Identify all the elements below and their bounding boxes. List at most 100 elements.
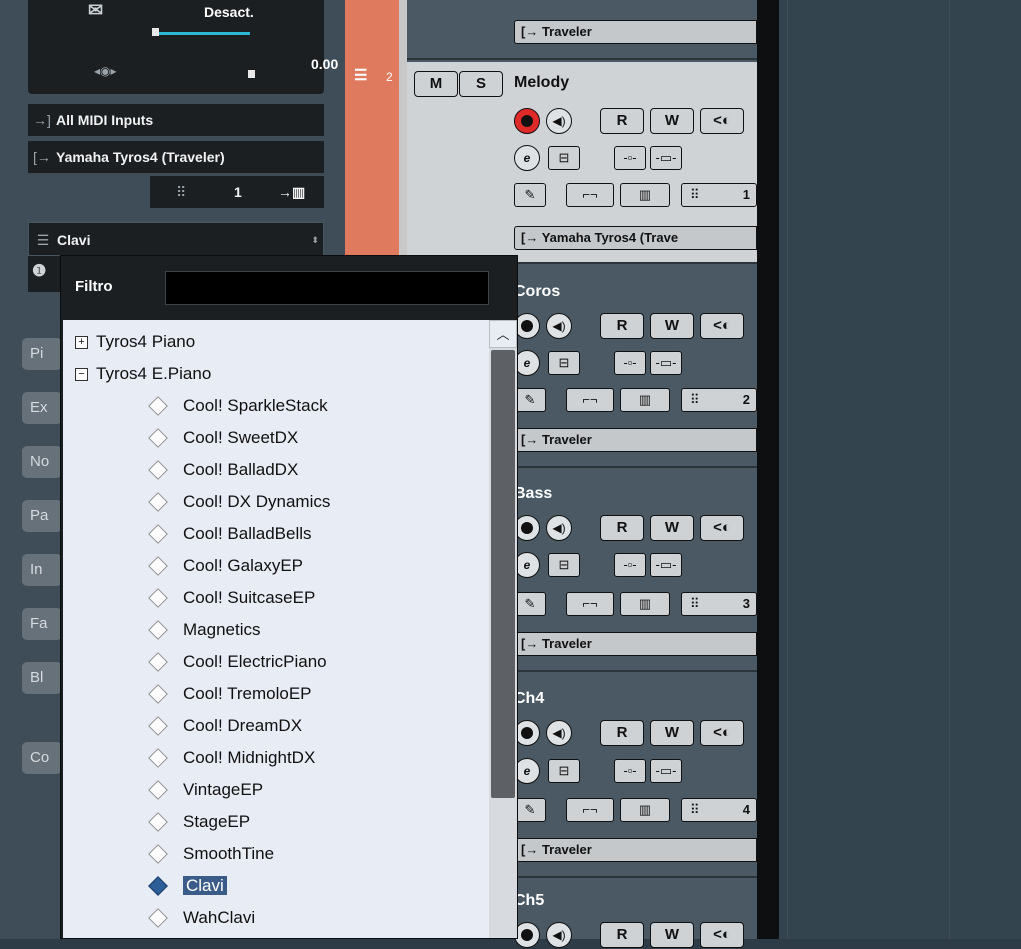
track-name[interactable]: Coros	[514, 283, 560, 301]
track-output-selector[interactable]: [→ Traveler	[514, 838, 757, 862]
track-name[interactable]: Ch5	[514, 892, 544, 910]
tree-item[interactable]: Cool! ElectricPiano	[148, 646, 327, 678]
midi-output-selector[interactable]: [→ Yamaha Tyros4 (Traveler)	[28, 141, 324, 173]
drum-map-button[interactable]: ⌐¬	[566, 388, 614, 412]
keyboard-button[interactable]: ▥	[620, 183, 670, 207]
timebase-button[interactable]: <◐	[700, 515, 744, 541]
write-button[interactable]: W	[650, 720, 694, 746]
side-button-8[interactable]: Co	[22, 742, 62, 774]
scrollbar-thumb[interactable]	[491, 350, 515, 798]
side-button-3[interactable]: No	[22, 446, 62, 478]
channel-field[interactable]: ⠿ 3	[681, 592, 757, 616]
vertical-scrollbar[interactable]: ︿	[489, 320, 517, 938]
timebase-button[interactable]: <◐	[700, 922, 744, 948]
midi-input-selector[interactable]: →] All MIDI Inputs	[28, 104, 324, 136]
timebase-button[interactable]: <◐	[700, 720, 744, 746]
tree-group[interactable]: + Tyros4 Piano	[75, 326, 195, 358]
send-bypass-button[interactable]: -▭-	[650, 351, 682, 375]
expand-icon[interactable]: +	[75, 336, 88, 350]
pen-button[interactable]: ✎	[514, 183, 546, 207]
track-name[interactable]: Ch4	[514, 690, 544, 708]
side-button-2[interactable]: Ex	[22, 392, 62, 424]
timebase-button[interactable]: <◐	[700, 108, 744, 134]
channel-field[interactable]: ⠿ 2	[681, 388, 757, 412]
send-bypass-button[interactable]: -▭-	[650, 553, 682, 577]
read-button[interactable]: R	[600, 720, 644, 746]
write-button[interactable]: W	[650, 108, 694, 134]
edit-channel-button[interactable]: e	[514, 145, 540, 171]
tree-item[interactable]: Cool! DX Dynamics	[148, 486, 330, 518]
drum-map-button[interactable]: ⌐¬	[566, 798, 614, 822]
info-icon[interactable]: ❶	[32, 256, 46, 288]
collapse-icon[interactable]: −	[75, 368, 88, 382]
monitor-button[interactable]: ◀)	[546, 515, 572, 541]
tree-item[interactable]: SmoothTine	[148, 838, 274, 870]
tree-item[interactable]: Cool! GalaxyEP	[148, 550, 303, 582]
pen-button[interactable]: ✎	[514, 388, 546, 412]
read-button[interactable]: R	[600, 515, 644, 541]
read-button[interactable]: R	[600, 922, 644, 948]
insert-bypass-button[interactable]: -▫-	[614, 351, 646, 375]
side-button-4[interactable]: Pa	[22, 500, 62, 532]
read-button[interactable]: R	[600, 108, 644, 134]
channel-field[interactable]: ⠿ 1	[681, 183, 757, 207]
send-bypass-button[interactable]: -▭-	[650, 759, 682, 783]
mute-button[interactable]: M	[414, 71, 458, 97]
edit-instrument-icon[interactable]: →▥	[278, 176, 305, 208]
drum-map-button[interactable]: ⌐¬	[566, 592, 614, 616]
insert-bypass-button[interactable]: -▫-	[614, 553, 646, 577]
monitor-button[interactable]: ◀)	[546, 922, 572, 948]
read-button[interactable]: R	[600, 313, 644, 339]
lane-button[interactable]: ⊟	[548, 759, 580, 783]
track-output-selector[interactable]: [→ Traveler	[514, 632, 757, 656]
write-button[interactable]: W	[650, 515, 694, 541]
insert-bypass-button[interactable]: -▫-	[614, 146, 646, 170]
program-selector[interactable]: ☰ Clavi ⬍	[28, 222, 324, 256]
monitor-button[interactable]: ◀)	[546, 313, 572, 339]
tree-group[interactable]: − Tyros4 E.Piano	[75, 358, 211, 390]
tree-item[interactable]: Cool! SuitcaseEP	[148, 582, 315, 614]
side-button-6[interactable]: Fa	[22, 608, 62, 640]
volume-slider[interactable]	[152, 32, 250, 35]
side-button-7[interactable]: Bl	[22, 662, 62, 694]
spin-icon[interactable]: ⬍	[311, 223, 319, 257]
keyboard-button[interactable]: ▥	[620, 798, 670, 822]
channel-selector[interactable]: ⠿ 1 →▥	[150, 176, 324, 208]
tree-item-selected[interactable]: Clavi	[148, 870, 227, 902]
track-name[interactable]: Melody	[514, 74, 569, 92]
side-button-1[interactable]: Pi	[22, 338, 62, 370]
tree-item[interactable]: StageEP	[148, 806, 250, 838]
tree-item[interactable]: Cool! MidnightDX	[148, 742, 315, 774]
solo-button[interactable]: S	[459, 71, 503, 97]
timebase-button[interactable]: <◐	[700, 313, 744, 339]
record-enable-button[interactable]	[514, 108, 540, 134]
insert-bypass-button[interactable]: -▫-	[614, 759, 646, 783]
tree-item[interactable]: Magnetics	[148, 614, 260, 646]
lane-button[interactable]: ⊟	[548, 553, 580, 577]
volume-handle[interactable]	[152, 28, 159, 36]
channel-field[interactable]: ⠿ 4	[681, 798, 757, 822]
monitor-button[interactable]: ◀)	[546, 720, 572, 746]
pan-handle[interactable]	[248, 70, 255, 78]
tree-item[interactable]: VintageEP	[148, 774, 263, 806]
side-button-5[interactable]: In	[22, 554, 62, 586]
track-output-selector[interactable]: [→ Traveler	[514, 428, 757, 452]
tree-item[interactable]: Cool! BalladDX	[148, 454, 298, 486]
lane-button[interactable]: ⊟	[548, 146, 580, 170]
tree-item[interactable]: Cool! DreamDX	[148, 710, 302, 742]
scroll-up-icon[interactable]: ︿	[489, 320, 517, 348]
track-output-selector[interactable]: [→ Yamaha Tyros4 (Trave	[514, 226, 757, 250]
tree-item[interactable]: WahClavi	[148, 902, 255, 934]
tree-item[interactable]: Cool! BalladBells	[148, 518, 312, 550]
tree-item[interactable]: Cool! TremoloEP	[148, 678, 312, 710]
lane-button[interactable]: ⊟	[548, 351, 580, 375]
track-name[interactable]: Bass	[514, 485, 552, 503]
send-bypass-button[interactable]: -▭-	[650, 146, 682, 170]
write-button[interactable]: W	[650, 313, 694, 339]
tree-item[interactable]: Cool! SweetDX	[148, 422, 298, 454]
track-output-selector[interactable]: [→ Traveler	[514, 20, 757, 44]
monitor-button[interactable]: ◀)	[546, 108, 572, 134]
pen-button[interactable]: ✎	[514, 592, 546, 616]
tree-item[interactable]: Cool! SparkleStack	[148, 390, 328, 422]
filter-input[interactable]	[165, 271, 489, 305]
